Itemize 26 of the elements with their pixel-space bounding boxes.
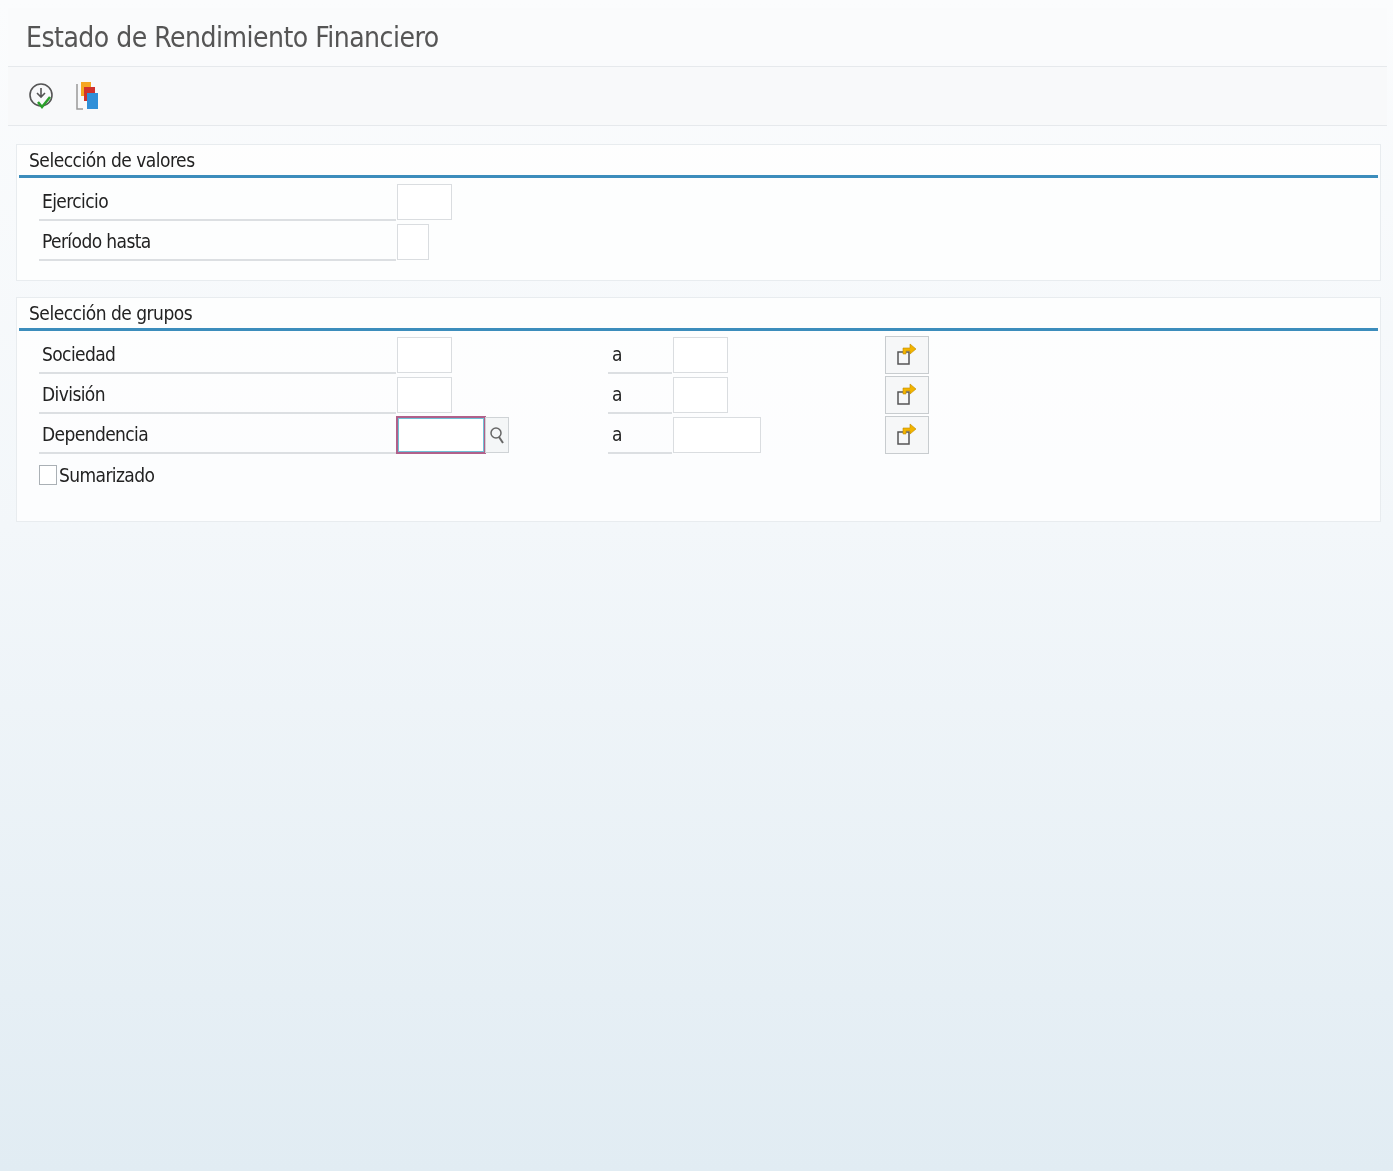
multiple-selection-button[interactable]	[885, 376, 929, 414]
field-label: Período hasta	[39, 223, 396, 261]
input-field[interactable]	[397, 224, 429, 260]
arrow-icon	[896, 382, 918, 408]
input-field[interactable]	[397, 337, 452, 373]
window-title: Estado de Rendimiento Financiero	[26, 20, 439, 54]
arrow-icon	[896, 422, 918, 448]
arrow-icon	[896, 342, 918, 368]
multiple-selection-button[interactable]	[885, 336, 929, 374]
input-field[interactable]	[397, 377, 452, 413]
input-field[interactable]	[397, 184, 452, 220]
search-icon	[489, 425, 505, 445]
section-title: Selección de valores	[19, 145, 1378, 178]
multiple-selection-button[interactable]	[885, 416, 929, 454]
field-label: Sociedad	[39, 336, 396, 374]
checkbox-label: Sumarizado	[59, 464, 155, 486]
field-label: División	[39, 376, 396, 414]
field-label: Ejercicio	[39, 183, 396, 221]
section-title: Selección de grupos	[19, 298, 1378, 331]
input-field[interactable]	[397, 417, 485, 453]
search-button[interactable]	[485, 417, 509, 453]
input-field[interactable]	[673, 337, 728, 373]
input-field[interactable]	[673, 417, 761, 453]
input-field[interactable]	[673, 377, 728, 413]
checkbox[interactable]	[39, 465, 57, 485]
field-label: Dependencia	[39, 416, 396, 454]
